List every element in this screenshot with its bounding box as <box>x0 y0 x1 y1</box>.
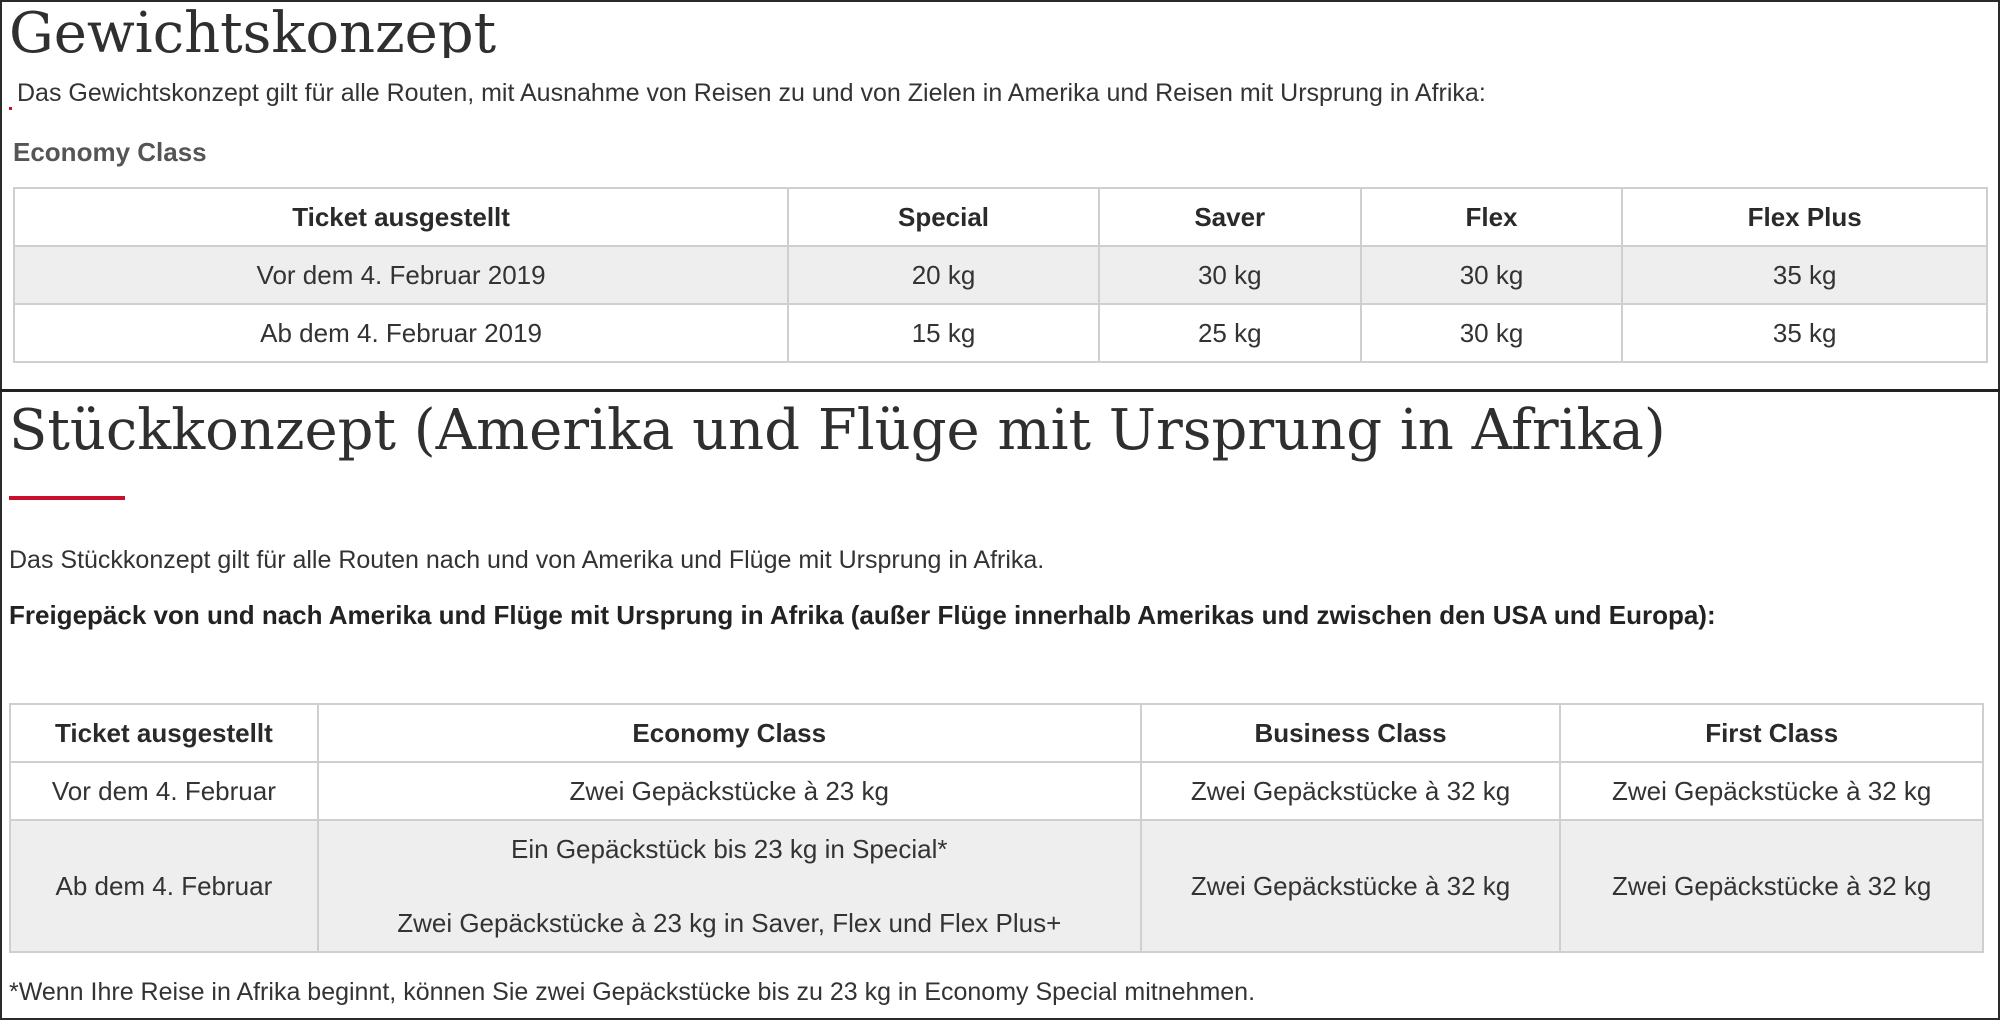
table-cell: Zwei Gepäckstücke à 23 kg <box>316 761 1142 821</box>
table-cell: 35 kg <box>1621 245 1988 305</box>
section-divider <box>0 389 2000 392</box>
table-row: Vor dem 4. Februar 2019 20 kg 30 kg 30 k… <box>12 245 1988 305</box>
weight-concept-table: Ticket ausgestellt Special Saver Flex Fl… <box>12 187 1988 363</box>
table-row: Vor dem 4. Februar Zwei Gepäckstücke à 2… <box>9 761 1984 821</box>
header-first: First Class <box>1559 703 1984 763</box>
line-spacer <box>325 867 1134 905</box>
accent-dot <box>9 107 12 110</box>
section-title-weight-concept: Gewichtskonzept <box>9 2 497 58</box>
header-economy: Economy Class <box>316 703 1142 763</box>
table-cell: 30 kg <box>1359 245 1624 305</box>
section-title-piece-concept: Stückkonzept (Amerika und Flüge mit Ursp… <box>9 398 1666 463</box>
header-saver: Saver <box>1097 187 1362 247</box>
economy-line-2: Zwei Gepäckstücke à 23 kg in Saver, Flex… <box>397 908 1062 938</box>
header-special: Special <box>787 187 1100 247</box>
footnote: *Wenn Ihre Reise in Afrika beginnt, könn… <box>9 978 1256 1006</box>
table-cell: Vor dem 4. Februar <box>9 761 319 821</box>
header-ticket: Ticket ausgestellt <box>12 187 790 247</box>
table-cell: Zwei Gepäckstücke à 32 kg <box>1139 761 1562 821</box>
table-cell: 30 kg <box>1097 245 1362 305</box>
table-cell: Zwei Gepäckstücke à 32 kg <box>1559 819 1984 953</box>
table-cell: 25 kg <box>1097 303 1362 363</box>
table-cell: Vor dem 4. Februar 2019 <box>12 245 790 305</box>
table-cell: Ab dem 4. Februar 2019 <box>12 303 790 363</box>
table-cell: Zwei Gepäckstücke à 32 kg <box>1559 761 1984 821</box>
piece-concept-intro: Das Stückkonzept gilt für alle Routen na… <box>9 546 1045 574</box>
weight-concept-intro: Das Gewichtskonzept gilt für alle Routen… <box>17 79 1486 107</box>
table-cell: Zwei Gepäckstücke à 32 kg <box>1139 819 1562 953</box>
header-flex-plus: Flex Plus <box>1621 187 1988 247</box>
table-header-row: Ticket ausgestellt Economy Class Busines… <box>9 703 1984 763</box>
table-cell-economy-multiline: Ein Gepäckstück bis 23 kg in Special* Zw… <box>316 819 1142 953</box>
header-business: Business Class <box>1139 703 1562 763</box>
table-cell: 30 kg <box>1359 303 1624 363</box>
table-cell: 15 kg <box>787 303 1100 363</box>
table-cell: 20 kg <box>787 245 1100 305</box>
table-cell: Ab dem 4. Februar <box>9 819 319 953</box>
title-accent-underline <box>9 496 125 500</box>
table-row: Ab dem 4. Februar 2019 15 kg 25 kg 30 kg… <box>12 303 1988 363</box>
table-cell: 35 kg <box>1621 303 1988 363</box>
table-row: Ab dem 4. Februar Ein Gepäckstück bis 23… <box>9 819 1984 953</box>
allowance-heading: Freigepäck von und nach Amerika und Flüg… <box>9 600 1716 630</box>
economy-line-1: Ein Gepäckstück bis 23 kg in Special* <box>511 834 948 864</box>
header-flex: Flex <box>1359 187 1624 247</box>
header-ticket: Ticket ausgestellt <box>9 703 319 763</box>
table-header-row: Ticket ausgestellt Special Saver Flex Fl… <box>12 187 1988 247</box>
economy-class-subheading: Economy Class <box>13 137 207 167</box>
piece-concept-table: Ticket ausgestellt Economy Class Busines… <box>9 703 1984 953</box>
